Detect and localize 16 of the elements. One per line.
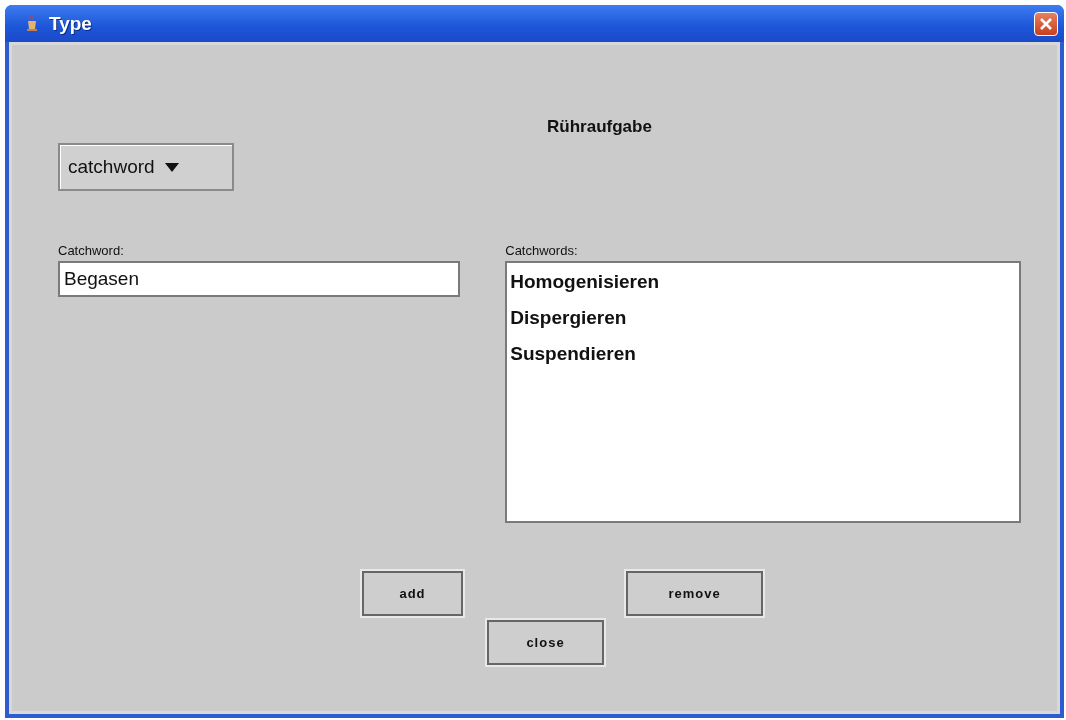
list-item[interactable]: Suspendieren [510, 337, 1016, 373]
catchword-field[interactable]: Begasen [58, 261, 461, 297]
type-dropdown[interactable]: catchword [58, 143, 234, 191]
list-item[interactable]: Homogenisieren [510, 265, 1016, 301]
dialog-heading: Rühraufgabe [546, 117, 653, 137]
cup-icon [25, 14, 39, 33]
field-label: Catchword: [58, 243, 125, 258]
list-item[interactable]: Dispergieren [510, 301, 1016, 337]
catchwords-list[interactable]: Homogenisieren Dispergieren Suspendieren [505, 261, 1021, 523]
list-label: Catchwords: [505, 243, 579, 258]
add-button[interactable]: add [362, 571, 463, 616]
close-icon[interactable] [1034, 11, 1058, 36]
close-button[interactable]: close [487, 620, 604, 665]
caret-icon [164, 162, 179, 172]
remove-button[interactable]: remove [626, 571, 763, 616]
window-title: Type [49, 12, 93, 35]
